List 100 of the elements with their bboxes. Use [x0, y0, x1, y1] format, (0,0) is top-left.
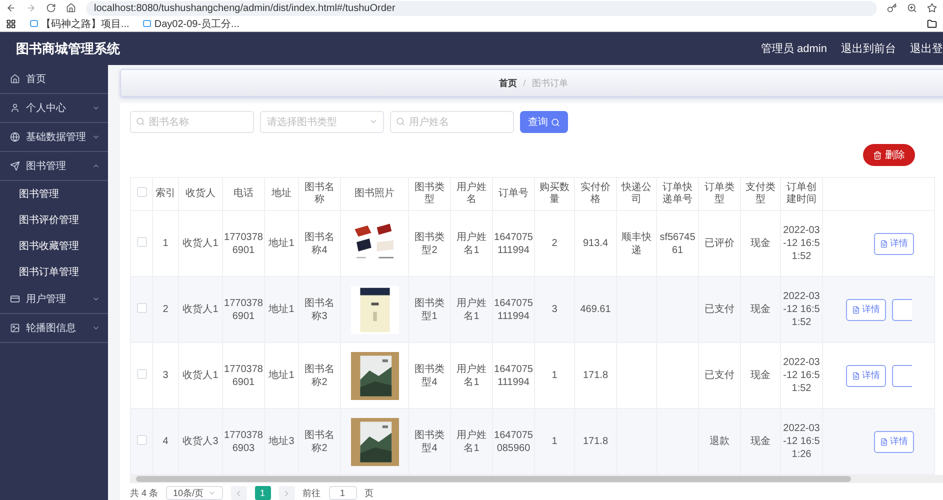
folder-icon[interactable]: [927, 18, 937, 28]
column-header: 图书名称: [304, 182, 334, 205]
table-cell: 2022-03-12 16:51:52: [783, 225, 820, 262]
apps-icon[interactable]: [6, 18, 16, 28]
select-all-checkbox[interactable]: [136, 186, 146, 197]
table-cell: 图书名称4: [304, 232, 334, 256]
table-cell: 3: [162, 370, 168, 381]
search-icon: [396, 117, 405, 126]
card-icon: [10, 294, 20, 304]
table-cell: 收货人3: [182, 436, 218, 447]
table-cell: 地址1: [268, 370, 294, 381]
table-cell: 913.4: [582, 238, 608, 249]
table-cell: 17703786901: [224, 298, 263, 322]
table-cell: 收货人1: [182, 370, 218, 381]
forward-icon[interactable]: [26, 3, 36, 13]
page-size-select[interactable]: 10条/页: [166, 486, 223, 500]
image-icon: [10, 323, 20, 333]
table-cell: 退款: [710, 436, 730, 447]
sidebar-subitem[interactable]: 图书管理: [0, 181, 108, 207]
document-icon: [880, 438, 888, 446]
type-select[interactable]: 请选择图书类型: [260, 111, 384, 133]
search-field[interactable]: 用户姓名: [390, 111, 514, 133]
globe-icon: [10, 132, 20, 142]
reload-icon[interactable]: [46, 3, 56, 13]
details-button[interactable]: 详情: [874, 232, 914, 254]
user-icon: [10, 103, 20, 113]
table-cell: 图书类型1: [414, 298, 444, 322]
query-button[interactable]: 查询: [520, 111, 568, 133]
column-header: 快递公司: [622, 182, 652, 205]
table-cell: 1: [162, 238, 168, 249]
total-count: 共 4 条: [130, 486, 158, 500]
action-button[interactable]: [892, 364, 912, 386]
header-link[interactable]: 退出登: [910, 41, 943, 56]
scrollbar[interactable]: [130, 475, 943, 483]
back-icon[interactable]: [6, 3, 16, 13]
table-cell: 1: [552, 370, 558, 381]
table-cell: 现金: [750, 304, 770, 315]
prev-page-button[interactable]: [230, 486, 247, 500]
search-field[interactable]: 图书名称: [130, 111, 254, 133]
goto-label: 前往: [302, 486, 321, 500]
table-cell: 图书类型2: [414, 232, 444, 256]
table-cell: 1647075111994: [494, 298, 533, 322]
table-cell: 17703786903: [224, 430, 263, 454]
header-link[interactable]: 退出到前台: [841, 41, 896, 56]
sidebar-subitem[interactable]: 图书收藏管理: [0, 233, 108, 259]
document-icon: [852, 372, 860, 380]
table-cell: 已评价: [704, 238, 734, 249]
table-cell: 1647075085960: [494, 430, 533, 454]
document-icon: [852, 306, 860, 314]
row-checkbox[interactable]: [136, 434, 146, 444]
address-bar[interactable]: localhost:8080/tushushangcheng/admin/dist/index.html#/tushuOrder: [86, 0, 877, 16]
chevron-down-icon: [208, 489, 216, 497]
table-cell: 用户姓名1: [456, 298, 486, 322]
row-checkbox[interactable]: [136, 236, 146, 246]
row-checkbox[interactable]: [136, 302, 146, 312]
table-cell: 用户姓名1: [456, 232, 486, 256]
zoom-icon[interactable]: [907, 3, 917, 13]
details-button[interactable]: 详情: [846, 364, 886, 386]
sidebar-subitem[interactable]: 图书订单管理: [0, 259, 108, 285]
column-header: 地址: [272, 188, 292, 199]
table-cell: 2022-03-12 16:51:52: [783, 357, 820, 394]
key-icon[interactable]: [887, 3, 897, 13]
table-cell: 用户姓名1: [456, 430, 486, 454]
table-cell: 图书名称2: [304, 364, 334, 388]
column-header: 订单号: [498, 188, 528, 199]
sidebar-subitem[interactable]: 图书评价管理: [0, 207, 108, 233]
column-header: 订单快递单号: [662, 182, 692, 205]
column-header: 购买数量: [540, 182, 570, 205]
star-icon[interactable]: [927, 3, 937, 13]
breadcrumb-item[interactable]: 首页: [499, 76, 518, 90]
table-cell: 2022-03-12 16:51:52: [783, 291, 820, 328]
document-icon: [880, 240, 888, 248]
column-header: 电话: [234, 188, 254, 199]
delete-button[interactable]: 删除: [863, 144, 915, 166]
table-cell: 469.61: [580, 304, 611, 315]
table-cell: 17703786901: [224, 364, 263, 388]
goto-page-field[interactable]: 1: [328, 486, 357, 500]
next-page-button[interactable]: [278, 486, 295, 500]
table-cell: 图书类型4: [414, 430, 444, 454]
bookmark[interactable]: 【码神之路】项目...: [30, 16, 130, 30]
row-checkbox[interactable]: [136, 368, 146, 378]
table-cell: sf5674561: [660, 232, 696, 256]
breadcrumb-item: 图书订单: [532, 76, 568, 90]
table-cell: 171.8: [582, 370, 608, 381]
table-cell: 地址1: [268, 238, 294, 249]
user-name: 管理员 admin: [760, 42, 827, 56]
bookmark[interactable]: Day02-09-员工分...: [143, 16, 240, 30]
details-button[interactable]: 详情: [846, 298, 886, 320]
paper-plane-icon: [10, 161, 20, 171]
table-cell: 顺丰快递: [622, 232, 652, 256]
table-cell: 1647075111994: [494, 232, 533, 256]
details-button[interactable]: 详情: [874, 430, 914, 452]
action-button[interactable]: [892, 298, 912, 320]
home-icon[interactable]: [66, 3, 76, 13]
table-cell: 收货人1: [182, 304, 218, 315]
table-cell: 171.8: [582, 436, 608, 447]
table-cell: 已支付: [704, 370, 734, 381]
table-cell: 已支付: [704, 304, 734, 315]
column-header: 图书类型: [414, 182, 444, 205]
table-cell: 3: [552, 304, 558, 315]
